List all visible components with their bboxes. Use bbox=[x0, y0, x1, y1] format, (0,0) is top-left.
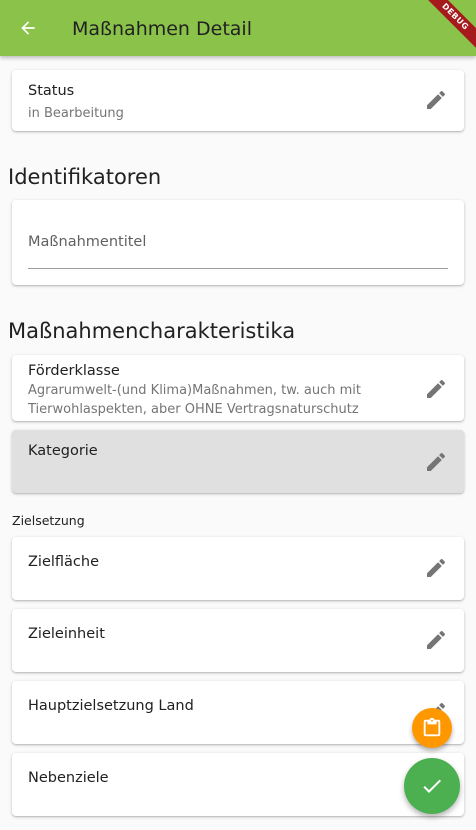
nebenziele-card[interactable]: Nebenziele bbox=[12, 753, 464, 816]
debug-banner-label: DEBUG bbox=[418, 0, 476, 54]
pencil-icon[interactable] bbox=[424, 628, 448, 652]
maßnahmentitel-field-label: Maßnahmentitel bbox=[28, 234, 147, 250]
foerderklasse-value-line1: Agrarumwelt-(und Klima)Maßnahmen, tw. au… bbox=[28, 383, 361, 398]
app-bar: Maßnahmen Detail bbox=[0, 0, 476, 56]
foerderklasse-card[interactable]: Förderklasse Agrarumwelt-(und Klima)Maßn… bbox=[12, 355, 464, 421]
kategorie-card[interactable]: Kategorie bbox=[12, 430, 464, 493]
hauptzielsetzung-label: Hauptzielsetzung Land bbox=[28, 698, 194, 714]
pencil-icon[interactable] bbox=[424, 450, 448, 474]
check-icon bbox=[423, 779, 441, 793]
nebenziele-label: Nebenziele bbox=[28, 770, 109, 786]
status-label: Status bbox=[28, 83, 75, 99]
pencil-icon[interactable] bbox=[424, 377, 448, 401]
maßnahmentitel-field[interactable] bbox=[28, 268, 448, 269]
page-title: Maßnahmen Detail bbox=[72, 18, 252, 40]
status-card[interactable]: Status in Bearbeitung bbox=[12, 70, 464, 131]
foerderklasse-value: Agrarumwelt-(und Klima)Maßnahmen, tw. au… bbox=[28, 381, 384, 419]
zielflaeche-label: Zielfläche bbox=[28, 554, 100, 570]
maßnahmentitel-card: Maßnahmentitel bbox=[12, 200, 464, 285]
pencil-icon[interactable] bbox=[424, 88, 448, 112]
zieleinheit-card[interactable]: Zieleinheit bbox=[12, 609, 464, 672]
foerderklasse-value-line2: Tierwohlaspekten, aber OHNE Vertragsnatu… bbox=[28, 402, 359, 417]
status-value: in Bearbeitung bbox=[28, 106, 124, 121]
hauptzielsetzung-card[interactable]: Hauptzielsetzung Land bbox=[12, 681, 464, 744]
clipboard-icon bbox=[423, 717, 441, 737]
section-title-zielsetzung: Zielsetzung bbox=[12, 513, 85, 528]
foerderklasse-label: Förderklasse bbox=[28, 363, 120, 379]
section-title-charakteristika: Maßnahmencharakteristika bbox=[8, 319, 296, 343]
section-title-identifikatoren: Identifikatoren bbox=[8, 165, 162, 189]
save-check-button[interactable] bbox=[404, 758, 460, 814]
pencil-icon[interactable] bbox=[424, 556, 448, 580]
clipboard-button[interactable] bbox=[412, 708, 452, 748]
zieleinheit-label: Zieleinheit bbox=[28, 626, 105, 642]
zielflaeche-card[interactable]: Zielfläche bbox=[12, 537, 464, 600]
kategorie-label: Kategorie bbox=[28, 443, 98, 459]
debug-banner: DEBUG bbox=[416, 0, 476, 60]
arrow-back-icon[interactable] bbox=[16, 16, 40, 40]
